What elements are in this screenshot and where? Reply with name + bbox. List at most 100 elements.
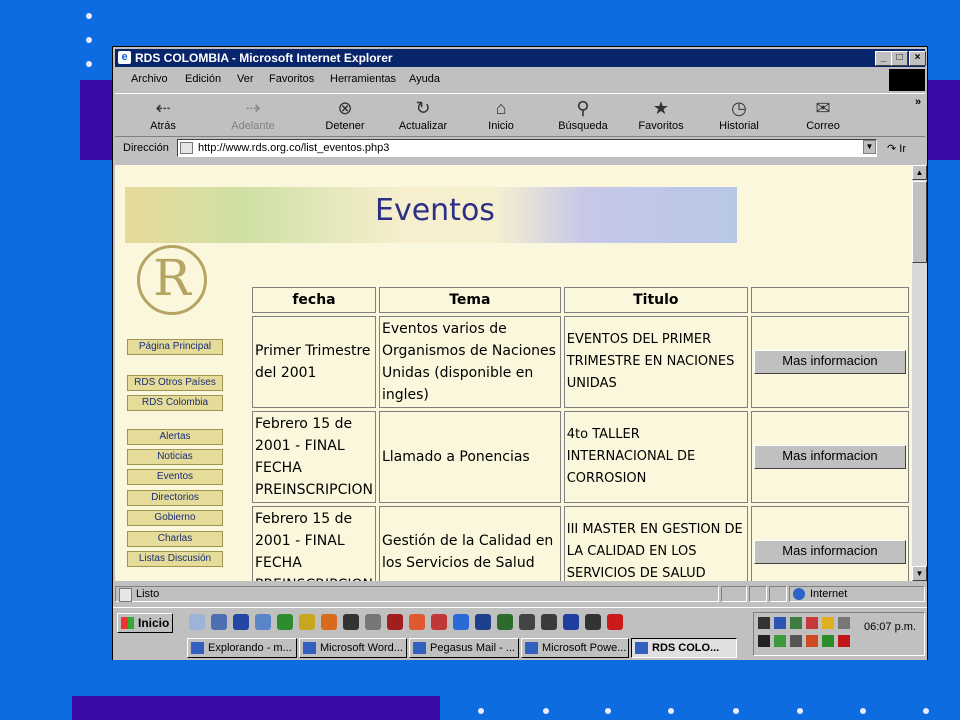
- nav-pagina-principal[interactable]: Página Principal: [127, 339, 223, 355]
- start-button[interactable]: Inicio: [117, 613, 173, 633]
- tray-icon[interactable]: [758, 617, 770, 629]
- home-button[interactable]: ⌂ Inicio: [471, 98, 531, 132]
- toolbar: ⇠ Atrás ⇢ Adelante ⊗ Detener ↻ Actualizar ⌂ I…: [115, 93, 925, 137]
- task-button[interactable]: Pegasus Mail - ...: [409, 638, 519, 658]
- quicklaunch-icon[interactable]: [211, 614, 227, 630]
- close-button[interactable]: ×: [909, 51, 926, 66]
- mail-button[interactable]: ✉ Correo: [793, 98, 853, 132]
- quicklaunch-icon[interactable]: [431, 614, 447, 630]
- status-bar: Listo Internet: [115, 585, 925, 603]
- tray-icon[interactable]: [806, 617, 818, 629]
- toolbar-overflow-icon[interactable]: »: [915, 96, 921, 108]
- address-input[interactable]: http://www.rds.org.co/list_eventos.php3: [177, 139, 877, 157]
- search-button[interactable]: ⚲ Búsqueda: [553, 98, 613, 132]
- nav-gobierno[interactable]: Gobierno: [127, 510, 223, 526]
- decor-dot: [86, 13, 92, 19]
- ie-icon: [635, 642, 648, 654]
- vertical-scrollbar[interactable]: ▲ ▼: [912, 165, 927, 581]
- cell-tema: Gestión de la Calidad en los Servicios d…: [378, 506, 561, 581]
- quicklaunch-icon[interactable]: [387, 614, 403, 630]
- go-button[interactable]: ↷ Ir: [887, 142, 906, 155]
- menu-archivo[interactable]: Archivo: [131, 73, 168, 85]
- mas-informacion-button[interactable]: Mas informacion: [753, 350, 906, 374]
- forward-button[interactable]: ⇢ Adelante: [223, 98, 283, 132]
- header-tema: Tema: [378, 287, 561, 313]
- tray-icon[interactable]: [758, 635, 770, 647]
- cell-titulo: EVENTOS DEL PRIMER TRIMESTRE EN NACIONES…: [563, 316, 748, 408]
- tray-icon[interactable]: [822, 617, 834, 629]
- zone-cell: Internet: [789, 586, 925, 602]
- forward-arrow-icon: ⇢: [245, 98, 261, 118]
- tray-icon[interactable]: [806, 635, 818, 647]
- tray-icon[interactable]: [790, 635, 802, 647]
- quicklaunch-icon[interactable]: [563, 614, 579, 630]
- status-text: Listo: [136, 588, 160, 600]
- menu-ver[interactable]: Ver: [237, 73, 254, 85]
- menu-herramientas[interactable]: Herramientas: [330, 73, 396, 85]
- tray-icon[interactable]: [790, 617, 802, 629]
- quicklaunch-icon[interactable]: [497, 614, 513, 630]
- status-page-icon: [119, 588, 132, 602]
- nav-alertas[interactable]: Alertas: [127, 429, 223, 445]
- tray-icon[interactable]: [838, 617, 850, 629]
- quicklaunch-icon[interactable]: [541, 614, 557, 630]
- favorites-button[interactable]: ★ Favoritos: [631, 98, 691, 132]
- back-button[interactable]: ⇠ Atrás: [133, 98, 193, 132]
- status-cell-blank: [721, 586, 747, 602]
- status-cell-blank: [749, 586, 767, 602]
- scroll-thumb[interactable]: [912, 181, 927, 263]
- nav-listas-discusion[interactable]: Listas Discusión: [127, 551, 223, 567]
- quicklaunch-icon[interactable]: [277, 614, 293, 630]
- maximize-button[interactable]: □: [891, 51, 908, 66]
- tray-icon[interactable]: [838, 635, 850, 647]
- quicklaunch-icon[interactable]: [233, 614, 249, 630]
- mas-informacion-button[interactable]: Mas informacion: [753, 540, 906, 564]
- nav-eventos[interactable]: Eventos: [127, 469, 223, 485]
- quicklaunch-icon[interactable]: [409, 614, 425, 630]
- tray-icon[interactable]: [822, 635, 834, 647]
- address-dropdown-button[interactable]: ▼: [863, 140, 876, 154]
- task-button[interactable]: Explorando - m...: [187, 638, 297, 658]
- nav-charlas[interactable]: Charlas: [127, 531, 223, 547]
- quicklaunch-icon[interactable]: [607, 614, 623, 630]
- task-button[interactable]: Microsoft Powe...: [521, 638, 629, 658]
- tray-icon[interactable]: [774, 617, 786, 629]
- quicklaunch-icon[interactable]: [585, 614, 601, 630]
- scroll-up-icon[interactable]: ▲: [912, 165, 927, 180]
- clock[interactable]: 06:07 p.m.: [864, 621, 916, 633]
- address-url: http://www.rds.org.co/list_eventos.php3: [198, 142, 390, 154]
- menu-edicion[interactable]: Edición: [185, 73, 221, 85]
- quicklaunch-icon[interactable]: [365, 614, 381, 630]
- minimize-button[interactable]: _: [875, 51, 892, 66]
- scroll-down-icon[interactable]: ▼: [912, 566, 927, 581]
- quicklaunch-icon[interactable]: [321, 614, 337, 630]
- banner-title: Eventos: [375, 193, 495, 228]
- quicklaunch-icon[interactable]: [255, 614, 271, 630]
- quicklaunch-icon[interactable]: [475, 614, 491, 630]
- decor-dot: [668, 708, 674, 714]
- nav-rds-otros-paises[interactable]: RDS Otros Países: [127, 375, 223, 391]
- tray-icon[interactable]: [774, 635, 786, 647]
- quicklaunch-icon[interactable]: [453, 614, 469, 630]
- globe-icon: [793, 588, 805, 600]
- stop-button[interactable]: ⊗ Detener: [315, 98, 375, 132]
- nav-rds-colombia[interactable]: RDS Colombia: [127, 395, 223, 411]
- refresh-button[interactable]: ↻ Actualizar: [393, 98, 453, 132]
- quicklaunch-icon[interactable]: [343, 614, 359, 630]
- history-button[interactable]: ◷ Historial: [709, 98, 769, 132]
- quicklaunch-icon[interactable]: [299, 614, 315, 630]
- header-empty: [750, 287, 909, 313]
- mas-informacion-button[interactable]: Mas informacion: [753, 445, 906, 469]
- table-row: Febrero 15 de 2001 - FINAL FECHA PREINSC…: [252, 506, 909, 581]
- task-button[interactable]: Microsoft Word...: [299, 638, 407, 658]
- nav-directorios[interactable]: Directorios: [127, 490, 223, 506]
- menu-ayuda[interactable]: Ayuda: [409, 73, 440, 85]
- quicklaunch-icon[interactable]: [519, 614, 535, 630]
- menu-favoritos[interactable]: Favoritos: [269, 73, 314, 85]
- title-bar[interactable]: e RDS COLOMBIA - Microsoft Internet Expl…: [115, 49, 926, 67]
- quicklaunch-icon[interactable]: [189, 614, 205, 630]
- decor-dot: [797, 708, 803, 714]
- windows-logo-icon: [889, 69, 925, 91]
- task-button-active[interactable]: RDS COLO...: [631, 638, 737, 658]
- nav-noticias[interactable]: Noticias: [127, 449, 223, 465]
